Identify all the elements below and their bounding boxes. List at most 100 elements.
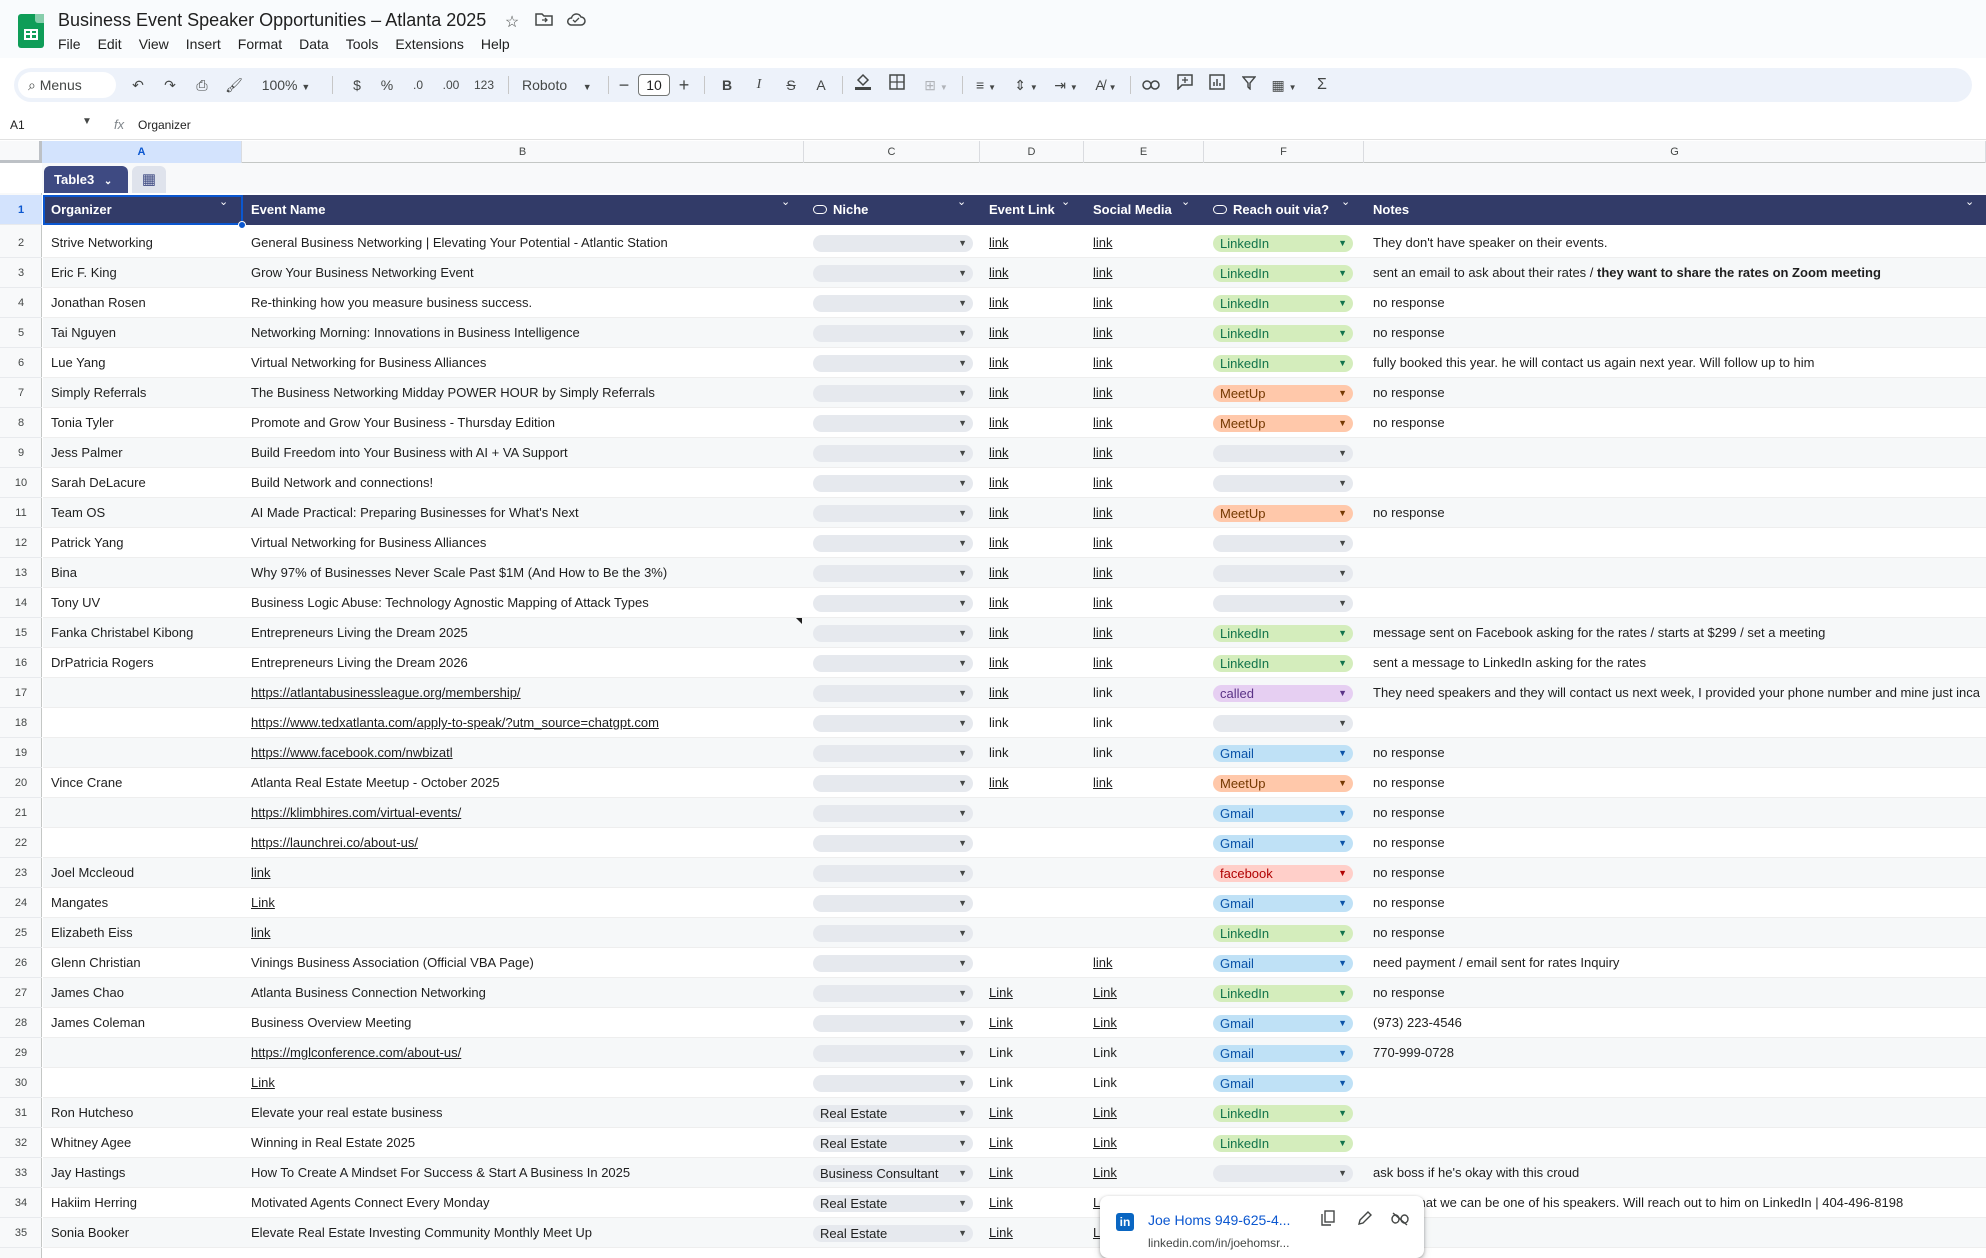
cell-event-name[interactable]: AI Made Practical: Preparing Businesses …	[243, 498, 805, 528]
cell-event-link[interactable]: Link	[981, 1098, 1085, 1128]
cell-event-link-url[interactable]: https://klimbhires.com/virtual-events/	[243, 798, 805, 828]
niche-dropdown[interactable]: ▼	[813, 1045, 973, 1062]
reach-out-dropdown[interactable]: LinkedIn ▼	[1213, 295, 1353, 312]
cell-event-link-url[interactable]: https://www.facebook.com/nwbizatl	[243, 738, 805, 768]
formula-input[interactable]: Organizer	[138, 118, 191, 132]
cell-notes[interactable]	[1365, 438, 1986, 468]
cell-notes[interactable]: no response	[1365, 828, 1986, 858]
cell-event-link[interactable]: Link	[981, 978, 1085, 1008]
row-header[interactable]: 30	[0, 1068, 42, 1098]
cell-social-media[interactable]: link	[1085, 558, 1205, 588]
cell-event-link[interactable]: link	[981, 318, 1085, 348]
cell-event-link[interactable]: link	[981, 348, 1085, 378]
menu-file[interactable]: File	[58, 36, 81, 52]
chevron-down-icon[interactable]: ⌄	[1181, 195, 1190, 208]
row-header[interactable]: 13	[0, 558, 42, 588]
menu-view[interactable]: View	[139, 36, 169, 52]
reach-out-dropdown[interactable]: ▼	[1213, 715, 1353, 732]
cell-event-name[interactable]: Atlanta Real Estate Meetup - October 202…	[243, 768, 805, 798]
reach-out-dropdown[interactable]: ▼	[1213, 475, 1353, 492]
cell-notes[interactable]: 770-999-0728	[1365, 1038, 1986, 1068]
reach-out-dropdown[interactable]: ▼	[1213, 595, 1353, 612]
cell-event-link[interactable]: link	[981, 498, 1085, 528]
cell-organizer[interactable]: James Coleman	[43, 1008, 243, 1038]
reach-out-dropdown[interactable]: Gmail ▼	[1213, 895, 1353, 912]
row-header[interactable]: 20	[0, 768, 42, 798]
chevron-down-icon[interactable]: ⌄	[1061, 195, 1070, 208]
cell-notes[interactable]: no response	[1365, 498, 1986, 528]
cell-event-link[interactable]: link	[981, 648, 1085, 678]
reach-out-dropdown[interactable]: Gmail ▼	[1213, 805, 1353, 822]
niche-dropdown[interactable]: ▼	[813, 685, 973, 702]
reach-out-dropdown[interactable]: Gmail ▼	[1213, 1015, 1353, 1032]
cell-notes[interactable]: no response	[1365, 378, 1986, 408]
cell-organizer[interactable]	[43, 798, 243, 828]
cell-organizer[interactable]	[43, 828, 243, 858]
cell-social-media[interactable]: link	[1085, 768, 1205, 798]
cell-event-link[interactable]: Link	[981, 1008, 1085, 1038]
reach-out-dropdown[interactable]: LinkedIn ▼	[1213, 355, 1353, 372]
niche-dropdown[interactable]: ▼	[813, 235, 973, 252]
cell-notes[interactable]: no response	[1365, 738, 1986, 768]
cell-event-link[interactable]: link	[981, 528, 1085, 558]
remove-link-icon[interactable]	[1388, 1210, 1412, 1234]
cell-organizer[interactable]	[43, 1038, 243, 1068]
cell-event-name[interactable]: Networking Morning: Innovations in Busin…	[243, 318, 805, 348]
menu-tools[interactable]: Tools	[346, 36, 379, 52]
zoom-select[interactable]: 100% ▼	[256, 68, 316, 102]
row-header[interactable]: 3	[0, 258, 42, 288]
cell-social-media[interactable]: Link	[1085, 1098, 1205, 1128]
cell-social-media[interactable]: link	[1085, 498, 1205, 528]
cell-event-name[interactable]: How To Create A Mindset For Success & St…	[243, 1158, 805, 1188]
cell-event-name[interactable]: Business Overview Meeting	[243, 1008, 805, 1038]
cell-organizer[interactable]: Fanka Christabel Kibong	[43, 618, 243, 648]
row-header[interactable]: 32	[0, 1128, 42, 1158]
column-header-g[interactable]: G	[1364, 141, 1986, 163]
cell-event-link[interactable]	[981, 888, 1085, 918]
row-header[interactable]: 31	[0, 1098, 42, 1128]
cell-social-media[interactable]: link	[1085, 618, 1205, 648]
row-header[interactable]: 33	[0, 1158, 42, 1188]
cell-event-link[interactable]: link	[981, 228, 1085, 258]
row-header[interactable]: 25	[0, 918, 42, 948]
chevron-down-icon[interactable]: ⌄	[957, 195, 966, 208]
reach-out-dropdown[interactable]: LinkedIn ▼	[1213, 625, 1353, 642]
cell-notes[interactable]: no response	[1365, 798, 1986, 828]
cell-social-media[interactable]: Link	[1085, 978, 1205, 1008]
niche-dropdown[interactable]: ▼	[813, 925, 973, 942]
cell-notes[interactable]: message sent on Facebook asking for the …	[1365, 618, 1986, 648]
cell-organizer[interactable]: Tony UV	[43, 588, 243, 618]
cell-social-media[interactable]: Link	[1085, 1068, 1205, 1098]
cell-social-media[interactable]: link	[1085, 258, 1205, 288]
cell-notes[interactable]: ask boss if he's okay with this croud	[1365, 1158, 1986, 1188]
cell-event-link[interactable]	[981, 948, 1085, 978]
cell-event-link-url[interactable]: Link	[243, 1068, 805, 1098]
cell-social-media[interactable]: link	[1085, 528, 1205, 558]
reach-out-dropdown[interactable]: MeetUp ▼	[1213, 385, 1353, 402]
cell-event-name[interactable]: Winning in Real Estate 2025	[243, 1128, 805, 1158]
cell-social-media[interactable]	[1085, 918, 1205, 948]
column-header-a[interactable]: A	[42, 141, 242, 163]
table-view-icon[interactable]: ▦ ▼	[1266, 68, 1302, 102]
column-header-f[interactable]: F	[1204, 141, 1364, 163]
niche-dropdown[interactable]: ▼	[813, 385, 973, 402]
reach-out-dropdown[interactable]: ▼	[1213, 565, 1353, 582]
cell-event-name[interactable]: Elevate your real estate business	[243, 1098, 805, 1128]
cell-social-media[interactable]: Link	[1085, 1128, 1205, 1158]
cell-event-name[interactable]: Atlanta Business Connection Networking	[243, 978, 805, 1008]
row-header[interactable]: 6	[0, 348, 42, 378]
cell-organizer[interactable]: Team OS	[43, 498, 243, 528]
cell-notes[interactable]: m said that we can be one of his speaker…	[1365, 1188, 1986, 1218]
cell-event-name[interactable]: Motivated Agents Connect Every Monday	[243, 1188, 805, 1218]
niche-dropdown[interactable]: ▼	[813, 565, 973, 582]
row-header[interactable]: 18	[0, 708, 42, 738]
niche-dropdown[interactable]: ▼	[813, 865, 973, 882]
reach-out-dropdown[interactable]: LinkedIn ▼	[1213, 235, 1353, 252]
cell-event-link[interactable]: link	[981, 288, 1085, 318]
comment-indicator-icon[interactable]	[796, 618, 802, 624]
document-title[interactable]: Business Event Speaker Opportunities – A…	[58, 10, 486, 31]
row-header[interactable]: 35	[0, 1218, 42, 1248]
cell-notes[interactable]	[1365, 528, 1986, 558]
row-header[interactable]: 9	[0, 438, 42, 468]
niche-dropdown[interactable]: ▼	[813, 1015, 973, 1032]
